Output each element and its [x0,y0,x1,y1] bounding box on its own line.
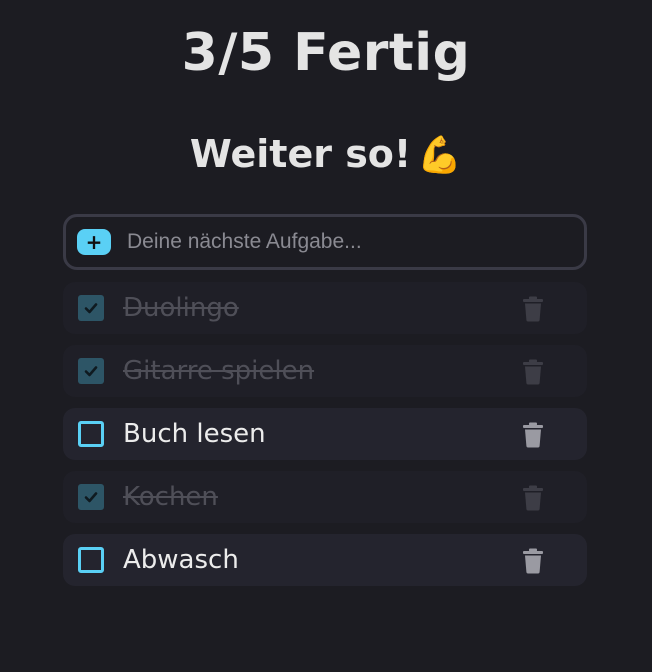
task-item: Duolingo [63,282,587,334]
todo-app: 3/5 Fertig Weiter so!💪 + Duolingo [0,0,652,672]
task-label: Abwasch [123,545,239,575]
trash-icon[interactable] [521,359,545,385]
task-item: Gitarre spielen [63,345,587,397]
check-icon [84,303,98,314]
task-checkbox[interactable] [78,295,104,321]
task-item: Buch lesen [63,408,587,460]
task-label: Duolingo [123,293,239,323]
task-label: Kochen [123,482,218,512]
add-task-button[interactable]: + [77,229,111,255]
trash-icon[interactable] [521,548,545,574]
task-list: Duolingo Gitarre spielen Buch lesen Koch… [63,282,587,597]
task-label: Buch lesen [123,419,266,449]
trash-icon[interactable] [521,422,545,448]
new-task-input[interactable] [125,221,584,263]
trash-icon[interactable] [521,485,545,511]
task-label: Gitarre spielen [123,356,315,386]
task-item: Kochen [63,471,587,523]
task-checkbox[interactable] [78,421,104,447]
trash-icon[interactable] [521,296,545,322]
check-icon [84,366,98,377]
task-checkbox[interactable] [78,547,104,573]
motivation-text: Weiter so! 💪 [0,130,652,180]
check-icon [84,492,98,503]
task-checkbox[interactable] [78,484,104,510]
new-task-form: + [63,214,587,270]
progress-title: 3/5 Fertig [181,23,471,83]
task-item: Abwasch [63,534,587,586]
task-checkbox[interactable] [78,358,104,384]
motivation-label: Weiter so! [189,132,412,176]
flexed-biceps-icon: 💪 [417,135,463,176]
